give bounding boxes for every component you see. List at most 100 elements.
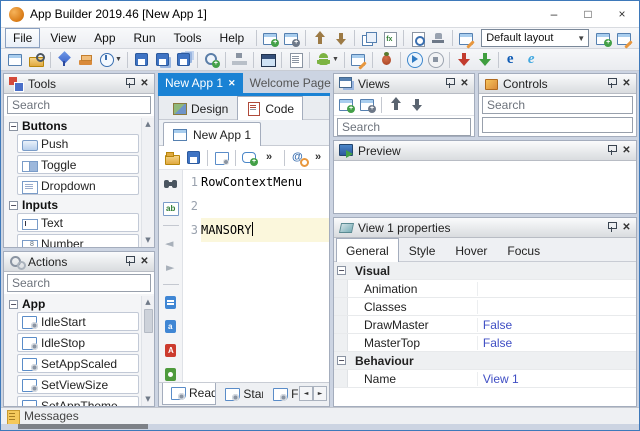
comment-add-button[interactable]: [239, 148, 260, 168]
tab-welcome-page[interactable]: Welcome Page: [243, 73, 338, 93]
code-text-area[interactable]: RowContextMenu MANSORY: [201, 170, 329, 382]
pin-icon[interactable]: [442, 76, 457, 91]
browser-window-button[interactable]: [257, 50, 278, 70]
layout-add-button[interactable]: [593, 28, 614, 48]
edge-e-button[interactable]: [502, 50, 523, 70]
nav-back-button[interactable]: [160, 233, 181, 253]
property-row-name[interactable]: NameView 1: [334, 370, 636, 388]
window-new2-button[interactable]: [5, 50, 26, 70]
action-item-idlestart[interactable]: IdleStart: [17, 312, 139, 331]
view-add-button[interactable]: [336, 95, 357, 115]
pin-icon[interactable]: [604, 143, 619, 158]
layout-combobox[interactable]: Default layout ▼: [481, 29, 589, 47]
scroll-up-icon[interactable]: ▲: [142, 296, 155, 309]
tab-code[interactable]: Code: [237, 96, 303, 120]
debug-bug-button[interactable]: [376, 50, 397, 70]
site-tree-button[interactable]: [229, 50, 250, 70]
event-tab-start[interactable]: Start: [216, 383, 264, 405]
tools-search-input[interactable]: [7, 96, 151, 114]
pin-icon[interactable]: [122, 76, 137, 91]
save-all-button[interactable]: [173, 50, 194, 70]
tool-item-text[interactable]: Text: [17, 213, 139, 232]
copy-pages-button[interactable]: [358, 28, 379, 48]
form-edit2-button[interactable]: [348, 50, 369, 70]
property-row-mastertop[interactable]: MasterTopFalse: [334, 334, 636, 352]
event-tab-f[interactable]: F: [264, 383, 299, 405]
property-value[interactable]: False: [478, 318, 636, 332]
scroll-right-icon[interactable]: ►: [313, 386, 327, 401]
menu-file[interactable]: File: [5, 28, 40, 48]
history-clock-button[interactable]: [96, 50, 117, 70]
chev2-button[interactable]: [309, 148, 330, 168]
controls-listbox[interactable]: [482, 117, 633, 133]
arrow-up2-button[interactable]: [385, 95, 406, 115]
tool-item-number[interactable]: Number: [17, 234, 139, 247]
arrow-up-button[interactable]: [309, 28, 330, 48]
designer-compass-button[interactable]: [54, 50, 75, 70]
menu-tools[interactable]: Tools: [166, 28, 210, 48]
views-search-input[interactable]: [337, 118, 471, 136]
scroll-down-icon[interactable]: ▼: [142, 234, 155, 247]
doc-pdf-button[interactable]: [160, 340, 181, 360]
messages-tab[interactable]: Messages: [24, 409, 79, 423]
menu-app[interactable]: App: [86, 28, 123, 48]
properties-tab-style[interactable]: Style: [399, 240, 446, 261]
action-item-idlestop[interactable]: IdleStop: [17, 333, 139, 352]
scroll-up-icon[interactable]: ▲: [142, 118, 155, 131]
menu-help[interactable]: Help: [212, 28, 253, 48]
property-row-drawmaster[interactable]: DrawMasterFalse: [334, 316, 636, 334]
doc-fx-button[interactable]: [379, 28, 400, 48]
maximize-button[interactable]: □: [571, 1, 605, 27]
download-red-button[interactable]: [453, 50, 474, 70]
stop-circle-button[interactable]: [425, 50, 446, 70]
chevron-down-icon[interactable]: ▼: [115, 56, 122, 63]
close-tab-icon[interactable]: ✕: [228, 78, 236, 88]
property-group-visual[interactable]: −Visual: [334, 262, 636, 280]
close-icon[interactable]: ✕: [619, 76, 634, 91]
action-item-setappscaled[interactable]: SetAppScaled: [17, 354, 139, 373]
pin-icon[interactable]: [122, 254, 137, 269]
close-icon[interactable]: ✕: [137, 254, 152, 269]
pin-icon[interactable]: [604, 76, 619, 91]
zoom-add-button[interactable]: [201, 50, 222, 70]
scroll-down-icon[interactable]: ▼: [142, 393, 155, 406]
pin-icon[interactable]: [604, 220, 619, 235]
tool-item-push[interactable]: Push: [17, 134, 139, 153]
run-play-button[interactable]: [404, 50, 425, 70]
resize-grip[interactable]: [18, 424, 148, 429]
property-row-classes[interactable]: Classes: [334, 298, 636, 316]
property-value[interactable]: False: [478, 336, 636, 350]
nav-forward-button[interactable]: [160, 257, 181, 277]
download-green-button[interactable]: [474, 50, 495, 70]
collapse-icon[interactable]: −: [9, 122, 18, 131]
tab-new-app-1[interactable]: New App 1 ✕: [158, 73, 243, 93]
collapse-icon[interactable]: −: [9, 300, 18, 309]
arrow-down2-button[interactable]: [406, 95, 427, 115]
doc-html-button[interactable]: [160, 316, 181, 336]
properties-tab-focus[interactable]: Focus: [497, 240, 550, 261]
arrow-down-button[interactable]: [330, 28, 351, 48]
import-tray-button[interactable]: [75, 50, 96, 70]
close-icon[interactable]: ✕: [619, 143, 634, 158]
code-line[interactable]: RowContextMenu: [201, 170, 329, 194]
event-tab-ready[interactable]: Ready: [162, 383, 216, 405]
close-icon[interactable]: ✕: [619, 220, 634, 235]
code-line[interactable]: MANSORY: [201, 218, 329, 242]
properties-tab-hover[interactable]: Hover: [445, 240, 497, 261]
actions-search-input[interactable]: [7, 274, 151, 292]
property-row-animation[interactable]: Animation: [334, 280, 636, 298]
replace-ab-button[interactable]: [160, 198, 181, 218]
save-button[interactable]: [183, 148, 204, 168]
save-button[interactable]: [131, 50, 152, 70]
chevron-down-icon[interactable]: ▼: [332, 56, 339, 63]
property-group-behaviour[interactable]: −Behaviour: [334, 352, 636, 370]
tool-item-dropdown[interactable]: Dropdown: [17, 176, 139, 195]
controls-search-input[interactable]: [482, 96, 633, 114]
collapse-icon[interactable]: −: [9, 201, 18, 210]
menu-run[interactable]: Run: [126, 28, 164, 48]
menu-view[interactable]: View: [42, 28, 84, 48]
android-button[interactable]: [313, 50, 334, 70]
subtab-new-app-1[interactable]: New App 1: [163, 122, 261, 146]
form-edit-button[interactable]: [456, 28, 477, 48]
close-icon[interactable]: ✕: [457, 76, 472, 91]
